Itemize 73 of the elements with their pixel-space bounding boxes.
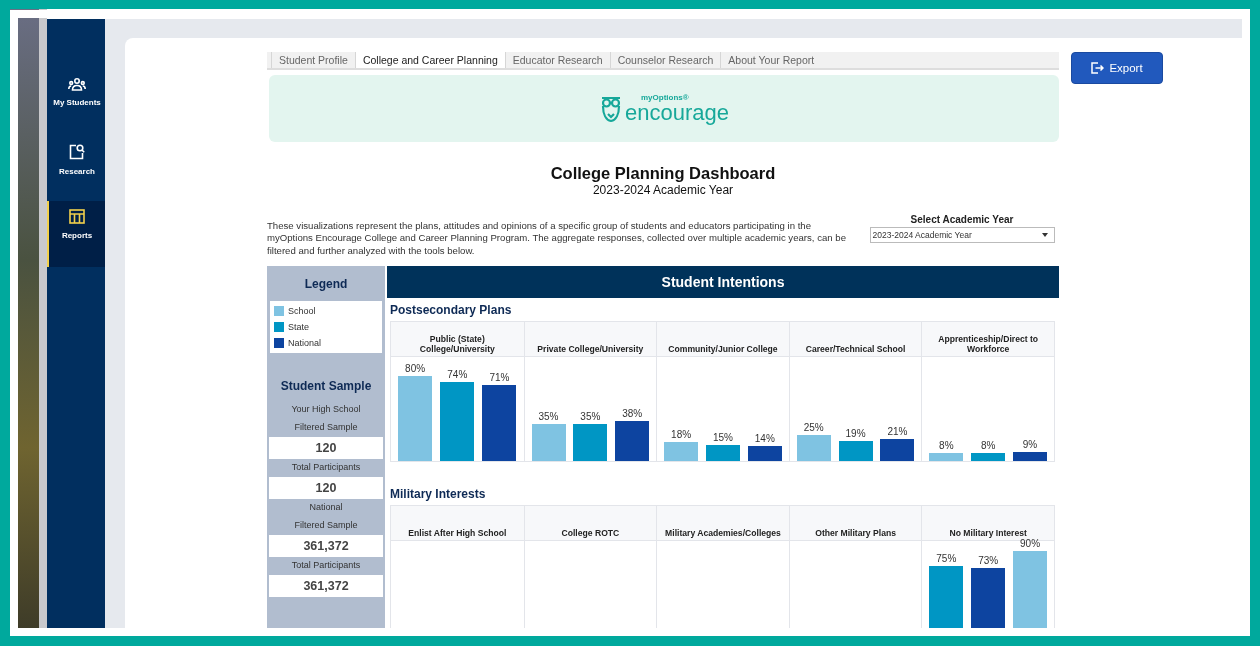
category-label: Other Military Plans [789, 506, 922, 542]
category-label: Apprenticeship/Direct to Workforce [922, 322, 1054, 358]
bar [531, 423, 566, 462]
sample-label: Total Participants [291, 461, 361, 475]
value-label: 35% [538, 410, 559, 422]
bar [705, 445, 740, 462]
bar [664, 442, 699, 462]
export-icon [1091, 62, 1105, 74]
value-label: 35% [580, 410, 601, 422]
logo-wordmark: encourage [625, 101, 729, 124]
value-label: 19% [845, 428, 866, 440]
table-icon [69, 209, 85, 224]
value-label: 71% [489, 372, 510, 384]
section-title: Postsecondary Plans [389, 302, 513, 320]
bar [615, 420, 650, 462]
sidebar-item[interactable]: Reports [47, 201, 105, 267]
value-label: 15% [712, 432, 733, 444]
value-label: 80% [405, 362, 426, 374]
value-label: 74% [447, 369, 468, 381]
description-text: These visualizations represent the plans, attitudes and opinions of a specific group of students and educators participating in the myOptions Encourage College and Career Planning Program. The aggregate responses, collected over multiple academic years, can be filtered and further analyzed with the tools below. [267, 220, 847, 258]
legend-title: Legend [304, 276, 348, 294]
logo-tagline: myOptions® [641, 93, 690, 102]
category-label: Career/Technical School [789, 322, 922, 358]
sample-label: Total Participants [291, 559, 361, 573]
value-label: 18% [671, 429, 692, 441]
value-label: 14% [754, 433, 775, 445]
legend-label: National [288, 338, 322, 349]
sidebar-item[interactable]: My Students [47, 69, 105, 135]
search-document-icon [69, 143, 85, 160]
sample-label: Filtered Sample [294, 519, 358, 533]
value-label: 38% [622, 407, 643, 419]
bar [971, 452, 1006, 462]
sidebar-item[interactable]: Research [47, 135, 105, 201]
value-label: 8% [980, 439, 996, 451]
bar [929, 452, 964, 462]
bar [1013, 451, 1048, 462]
value-label: 73% [978, 554, 999, 566]
legend-label: State [288, 322, 309, 333]
category-label: Enlist After High School [391, 506, 524, 542]
category-label: Private College/University [524, 322, 657, 358]
bar [796, 434, 831, 462]
value-label: 21% [887, 425, 908, 437]
category-label: Community/Junior College [657, 322, 789, 358]
people-icon [68, 77, 86, 91]
dashboard-subtitle: 2023-2024 Academic Year [591, 183, 735, 197]
sample-value: 361,372 [269, 535, 383, 558]
category-label: Military Academies/Colleges [657, 506, 789, 542]
sample-title: Student Sample [280, 378, 372, 396]
sample-value: 361,372 [269, 575, 383, 598]
bar [747, 446, 782, 462]
dashboard-title: College Planning Dashboard [549, 164, 777, 183]
category-label: College ROTC [524, 506, 657, 542]
bar [573, 423, 608, 462]
sample-group-heading: Your High School [291, 403, 361, 417]
section-title: Military Interests [389, 486, 487, 504]
bar [838, 441, 873, 462]
export-button[interactable]: Export [1071, 52, 1163, 84]
bar [880, 438, 915, 462]
value-label: 25% [803, 421, 824, 433]
tab[interactable]: College and Career Planning [354, 52, 505, 68]
caret-icon [1041, 233, 1048, 237]
sample-label: Filtered Sample [294, 421, 358, 435]
year-dropdown[interactable]: 2023-2024 Academic Year [869, 227, 1055, 243]
sample-group-heading: National [309, 501, 343, 515]
category-label: Public (State) College/University [391, 322, 524, 358]
value-label: 9% [1022, 438, 1038, 450]
sample-value: 120 [269, 477, 383, 500]
legend-label: School [288, 306, 316, 317]
panel-header: Student Intentions [387, 266, 1059, 299]
select-label: Select Academic Year [910, 214, 1014, 225]
sample-value: 120 [269, 437, 383, 460]
value-label: 8% [939, 439, 954, 451]
value-label: 75% [936, 552, 957, 564]
